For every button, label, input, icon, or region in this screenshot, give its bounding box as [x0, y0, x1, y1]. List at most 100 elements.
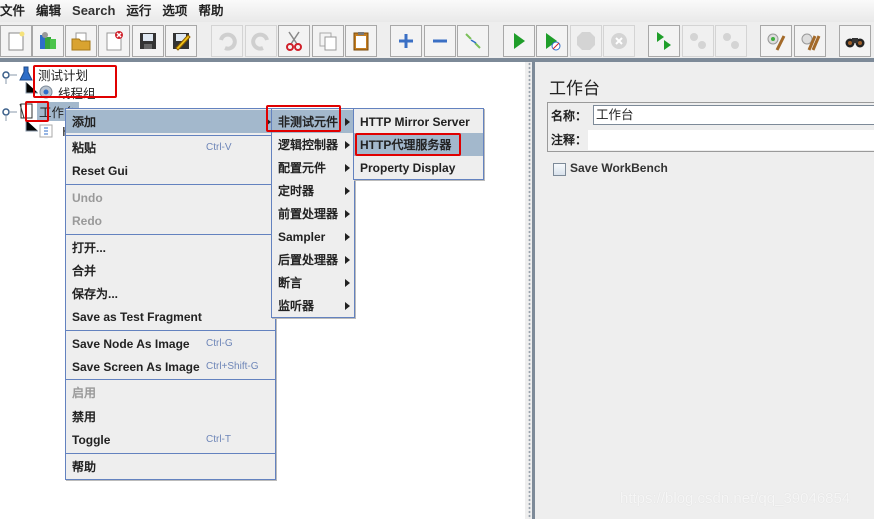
new-button[interactable]: [0, 25, 32, 57]
submenu-arrow-icon: [345, 210, 350, 218]
paste-button[interactable]: [345, 25, 377, 57]
name-comment-box: 名称： 工作台 注释：: [547, 102, 874, 152]
menu-help[interactable]: 帮助: [194, 1, 230, 21]
search-button[interactable]: [839, 25, 871, 57]
menu-item-disable[interactable]: 禁用: [66, 405, 275, 428]
clear-all-icon: [801, 33, 821, 51]
http-proxy-icon: [39, 124, 53, 138]
menu-item-save-as-test-fragment[interactable]: Save as Test Fragment: [66, 305, 275, 328]
submenu-arrow-icon: [345, 187, 350, 195]
menu-item-save-as[interactable]: 保存为...: [66, 282, 275, 305]
menu-item-label: 监听器: [278, 299, 315, 313]
toggle-icon: [465, 33, 481, 49]
menu-bar: 文件 编辑 Search 运行 选项 帮助: [0, 0, 874, 22]
shutdown-button[interactable]: [603, 25, 635, 57]
menu-search[interactable]: Search: [68, 1, 122, 21]
menu-separator: [66, 379, 275, 380]
redo-button[interactable]: [245, 25, 277, 57]
remote-shutdown-all-button[interactable]: [715, 25, 747, 57]
menu-run[interactable]: 运行: [122, 1, 158, 21]
stop-icon: [577, 32, 595, 50]
submenu-item-sampler[interactable]: Sampler: [272, 225, 354, 248]
paste-icon: [353, 32, 369, 51]
submenu-item-listener[interactable]: 监听器: [272, 294, 354, 317]
submenu-item-post-processor[interactable]: 后置处理器: [272, 248, 354, 271]
submenu-item-timer[interactable]: 定时器: [272, 179, 354, 202]
copy-button[interactable]: [312, 25, 344, 57]
menu-item-undo[interactable]: Undo: [66, 186, 275, 209]
collapse-all-button[interactable]: [424, 25, 456, 57]
submenu-arrow-icon: [345, 279, 350, 287]
menu-item-label: Property Display: [360, 160, 456, 175]
search-icon: [845, 38, 865, 48]
menu-item-label: 后置处理器: [278, 253, 339, 267]
menu-item-enable[interactable]: 启用: [66, 381, 275, 404]
menu-separator: [66, 330, 275, 331]
collapse-icon: [433, 39, 447, 43]
split-pane-divider[interactable]: [525, 62, 535, 519]
menu-item-label: 打开...: [72, 241, 107, 255]
submenu-item-config-element[interactable]: 配置元件: [272, 156, 354, 179]
menu-item-label: Sampler: [278, 229, 326, 244]
shortcut-label: Ctrl+Shift-G: [206, 361, 259, 372]
save-button[interactable]: [132, 25, 164, 57]
clear-button[interactable]: [760, 25, 792, 57]
menu-item-label: 保存为...: [72, 287, 119, 301]
menu-item-add[interactable]: 添加: [66, 110, 275, 133]
menu-item-label: 配置元件: [278, 161, 327, 175]
menu-item-help[interactable]: 帮助: [66, 455, 275, 478]
menu-options[interactable]: 选项: [158, 1, 194, 21]
remote-stop-all-button[interactable]: [682, 25, 714, 57]
menu-item-reset-gui[interactable]: Reset Gui: [66, 159, 275, 182]
add-submenu: 非测试元件 逻辑控制器 配置元件 定时器 前置处理器 Sampler 后置处理器…: [271, 108, 355, 318]
submenu-item-pre-processor[interactable]: 前置处理器: [272, 202, 354, 225]
menu-item-open[interactable]: 打开...: [66, 236, 275, 259]
comment-field[interactable]: [588, 130, 874, 150]
menu-item-label: Reset Gui: [72, 163, 129, 178]
context-menu: 添加 粘贴 Ctrl-V Reset Gui Undo Redo 打开... 合并…: [65, 108, 276, 480]
menu-item-paste[interactable]: 粘贴 Ctrl-V: [66, 136, 275, 159]
submenu-arrow-icon: [345, 302, 350, 310]
remote-start-all-button[interactable]: [648, 25, 680, 57]
annotation-box-non-test-elements: [266, 105, 341, 132]
menu-item-save-node-as-image[interactable]: Save Node As Image Ctrl-G: [66, 332, 275, 355]
open-button[interactable]: [65, 25, 97, 57]
toggle-button[interactable]: [457, 25, 489, 57]
submenu-item-assertion[interactable]: 断言: [272, 271, 354, 294]
submenu-arrow-icon: [345, 118, 350, 126]
expand-all-button[interactable]: [390, 25, 422, 57]
submenu-item-logic-controller[interactable]: 逻辑控制器: [272, 133, 354, 156]
start-button[interactable]: [503, 25, 535, 57]
submenu-arrow-icon: [345, 233, 350, 241]
new-icon: [8, 31, 25, 51]
cut-button[interactable]: [278, 25, 310, 57]
save-workbench-checkbox[interactable]: [553, 163, 566, 176]
menu-item-label: 合并: [72, 264, 97, 278]
templates-icon: [40, 32, 56, 49]
menu-item-save-screen-as-image[interactable]: Save Screen As Image Ctrl+Shift-G: [66, 355, 275, 378]
menu-edit[interactable]: 编辑: [32, 1, 68, 21]
clear-all-button[interactable]: [794, 25, 826, 57]
annotation-box-test-plan: [33, 65, 117, 98]
menu-item-label: Save as Test Fragment: [72, 309, 202, 324]
menu-item-toggle[interactable]: Toggle Ctrl-T: [66, 428, 275, 451]
annotation-box-workbench: [25, 101, 49, 122]
close-button[interactable]: [98, 25, 130, 57]
start-no-pauses-button[interactable]: [536, 25, 568, 57]
submenu-item-http-mirror-server[interactable]: HTTP Mirror Server: [354, 110, 483, 133]
stop-button[interactable]: [570, 25, 602, 57]
menu-item-redo[interactable]: Redo: [66, 209, 275, 232]
templates-button[interactable]: [32, 25, 64, 57]
save-as-button[interactable]: [165, 25, 197, 57]
undo-button[interactable]: [211, 25, 243, 57]
menu-file[interactable]: 文件: [0, 1, 32, 21]
name-field[interactable]: 工作台: [593, 105, 874, 125]
shortcut-label: Ctrl-V: [206, 142, 232, 153]
divider-grip: [528, 62, 531, 519]
menu-item-merge[interactable]: 合并: [66, 259, 275, 282]
submenu-item-property-display[interactable]: Property Display: [354, 156, 483, 179]
panel-title: 工作台: [549, 79, 600, 99]
menu-item-label: HTTP Mirror Server: [360, 114, 470, 129]
menu-item-label: Toggle: [72, 432, 111, 447]
name-label: 名称：: [551, 109, 588, 123]
